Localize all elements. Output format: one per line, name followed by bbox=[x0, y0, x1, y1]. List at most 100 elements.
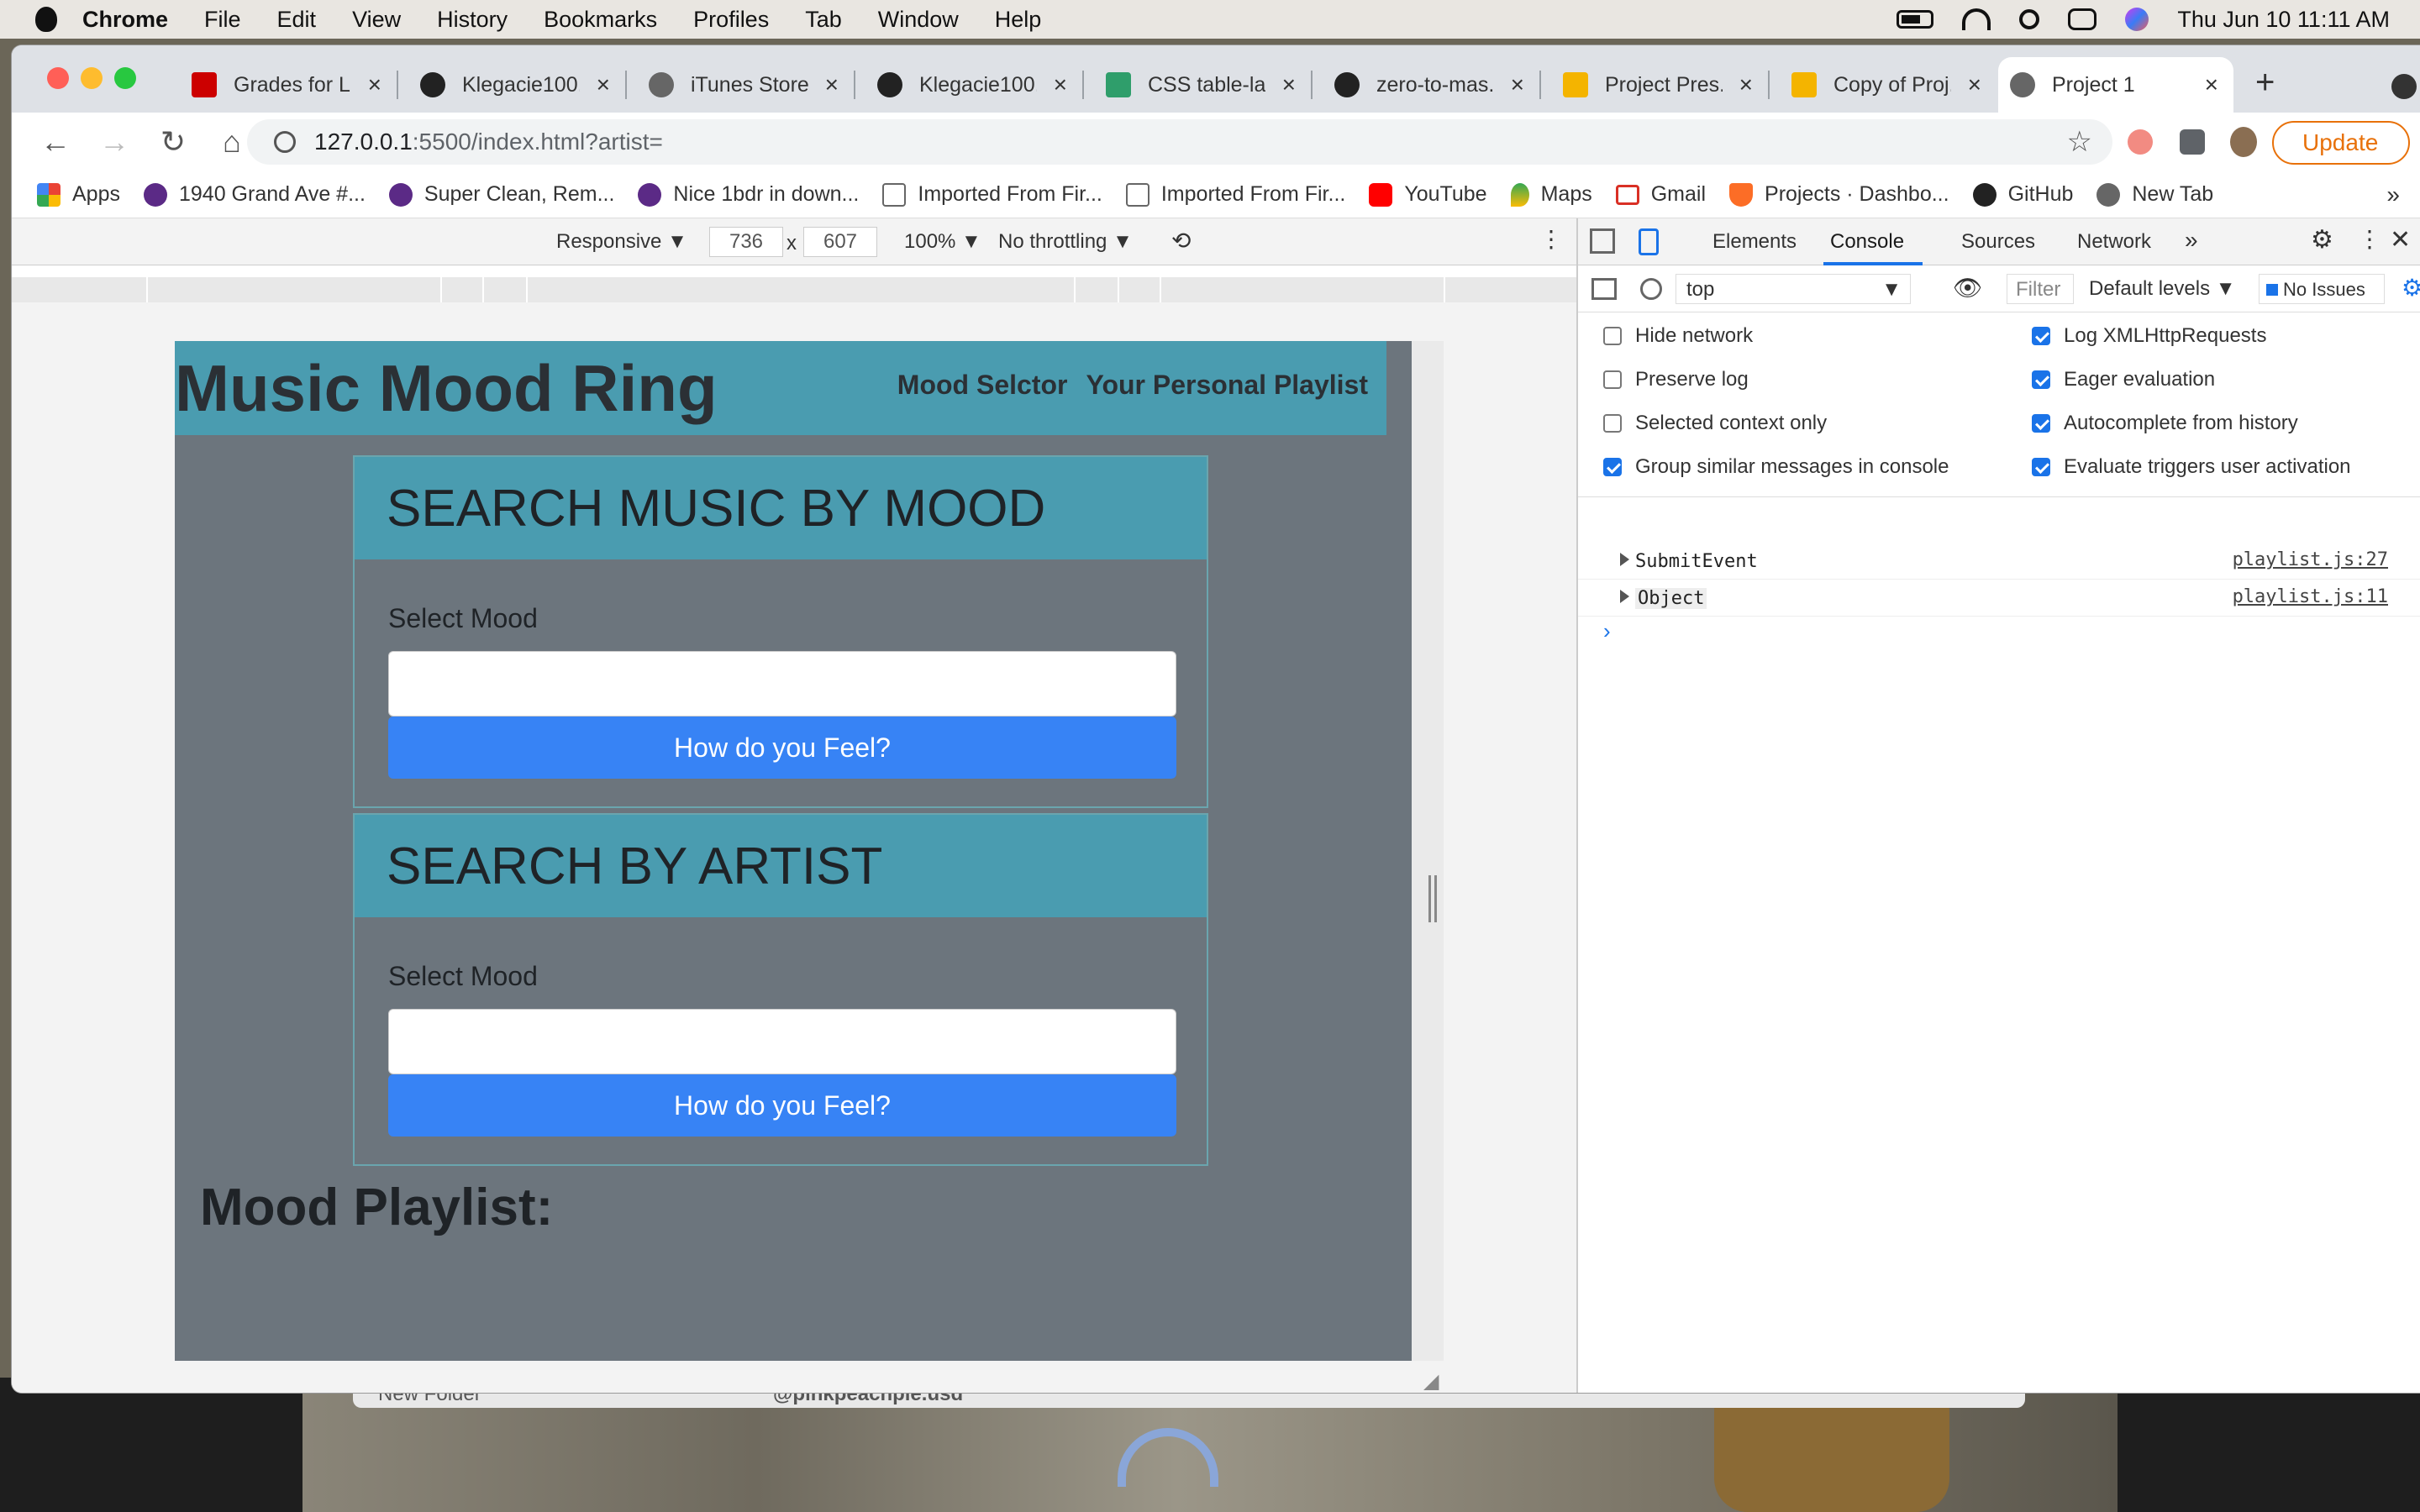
checkbox-box[interactable] bbox=[1603, 327, 1622, 345]
checkbox-box[interactable] bbox=[1603, 370, 1622, 389]
artist-submit-button[interactable]: How do you Feel? bbox=[388, 1074, 1176, 1137]
device-toggle-icon[interactable] bbox=[1639, 228, 1659, 255]
tab-project-1[interactable]: Project 1 × bbox=[1998, 57, 2233, 113]
more-tabs-icon[interactable]: » bbox=[2185, 227, 2198, 254]
nav-mood-selector[interactable]: Mood Selctor bbox=[897, 370, 1068, 401]
bookmark-folder-imported-2[interactable]: Imported From Fir... bbox=[1125, 182, 1345, 207]
devtools-close-icon[interactable]: ✕ bbox=[2390, 225, 2411, 255]
log-levels-select[interactable]: Default levels ▼ bbox=[2089, 277, 2236, 301]
bookmark-star-icon[interactable]: ☆ bbox=[2067, 125, 2092, 159]
tab-klegacie-1[interactable]: Klegacie100... × bbox=[408, 57, 625, 113]
selected-context-checkbox[interactable]: Selected context only bbox=[1603, 412, 1827, 435]
context-select[interactable]: top ▼ bbox=[1676, 274, 1911, 304]
preserve-log-checkbox[interactable]: Preserve log bbox=[1603, 368, 1749, 391]
back-icon[interactable]: ← bbox=[40, 124, 71, 160]
artist-input[interactable] bbox=[388, 1009, 1176, 1074]
tab-css-table[interactable]: CSS table-la... × bbox=[1094, 57, 1311, 113]
puzzle-extensions-icon[interactable] bbox=[2180, 129, 2205, 155]
viewport-resize-handle-right[interactable] bbox=[1428, 875, 1437, 922]
home-icon[interactable]: ⌂ bbox=[217, 124, 247, 160]
battery-icon[interactable] bbox=[1897, 10, 1934, 29]
more-bookmarks-icon[interactable]: » bbox=[2386, 181, 2400, 208]
bookmark-folder-imported-1[interactable]: Imported From Fir... bbox=[882, 182, 1102, 207]
tab-console[interactable]: Console bbox=[1830, 230, 1904, 254]
checkbox-box[interactable] bbox=[2032, 327, 2050, 345]
expand-triangle-icon[interactable] bbox=[1620, 590, 1629, 603]
checkbox-box[interactable] bbox=[2032, 458, 2050, 476]
console-filter-input[interactable]: Filter bbox=[2007, 274, 2074, 304]
tab-project-presentation[interactable]: Project Pres... × bbox=[1551, 57, 1768, 113]
tab-elements[interactable]: Elements bbox=[1712, 230, 1797, 254]
nav-personal-playlist[interactable]: Your Personal Playlist bbox=[1086, 370, 1368, 401]
ruler-segment[interactable] bbox=[148, 277, 442, 302]
bookmark-youtube[interactable]: YouTube bbox=[1369, 182, 1487, 207]
device-mode-select[interactable]: Responsive ▼ bbox=[556, 230, 687, 254]
tab-grades[interactable]: Grades for L... × bbox=[180, 57, 397, 113]
zoom-select[interactable]: 100% ▼ bbox=[904, 230, 981, 254]
checkbox-box[interactable] bbox=[2032, 370, 2050, 389]
console-log-entry[interactable]: SubmitEvent playlist.js:27 bbox=[1578, 543, 2420, 580]
control-center-icon[interactable] bbox=[2068, 8, 2097, 30]
evaluate-triggers-checkbox[interactable]: Evaluate triggers user activation bbox=[2032, 455, 2351, 479]
close-tab-icon[interactable]: × bbox=[1511, 71, 1524, 98]
bookmark-apps[interactable]: Apps bbox=[37, 182, 120, 207]
spotlight-search-icon[interactable] bbox=[2019, 9, 2040, 29]
siri-icon[interactable] bbox=[2125, 8, 2149, 31]
inspect-element-icon[interactable] bbox=[1590, 228, 1615, 254]
zoom-window-button[interactable] bbox=[114, 67, 136, 89]
new-tab-button[interactable]: + bbox=[2255, 64, 2275, 102]
close-tab-icon[interactable]: × bbox=[1739, 71, 1753, 98]
menu-tab[interactable]: Tab bbox=[805, 7, 842, 33]
checkbox-box[interactable] bbox=[1603, 414, 1622, 433]
wifi-icon[interactable] bbox=[1962, 8, 1991, 30]
checkbox-box[interactable] bbox=[2032, 414, 2050, 433]
ruler-segment[interactable] bbox=[1119, 277, 1161, 302]
media-query-ruler[interactable] bbox=[12, 277, 1576, 302]
menu-file[interactable]: File bbox=[204, 7, 241, 33]
menu-datetime[interactable]: Thu Jun 10 11:11 AM bbox=[2177, 7, 2390, 33]
ruler-segment[interactable] bbox=[484, 277, 528, 302]
reload-icon[interactable]: ↻ bbox=[158, 124, 188, 160]
menu-view[interactable]: View bbox=[352, 7, 401, 33]
close-tab-icon[interactable]: × bbox=[1054, 71, 1067, 98]
device-width-input[interactable]: 736 bbox=[709, 227, 783, 257]
bookmark-gitlab[interactable]: Projects · Dashbo... bbox=[1729, 182, 1949, 207]
console-sidebar-icon[interactable] bbox=[1591, 278, 1617, 300]
group-similar-checkbox[interactable]: Group similar messages in console bbox=[1603, 455, 1949, 479]
mood-input[interactable] bbox=[388, 651, 1176, 717]
more-options-icon[interactable]: ⋮ bbox=[1539, 225, 1563, 253]
rotate-icon[interactable]: ⟲ bbox=[1171, 227, 1191, 255]
console-settings-icon[interactable]: ⚙ bbox=[2402, 274, 2420, 302]
profile-avatar[interactable] bbox=[2230, 127, 2257, 157]
tab-zero-to-mastery[interactable]: zero-to-mas... × bbox=[1323, 57, 1539, 113]
minimize-window-button[interactable] bbox=[81, 67, 103, 89]
ruler-segment[interactable] bbox=[442, 277, 484, 302]
close-window-button[interactable] bbox=[47, 67, 69, 89]
menu-app-name[interactable]: Chrome bbox=[82, 7, 168, 33]
viewport-resize-corner-icon[interactable]: ◢ bbox=[1423, 1369, 1439, 1393]
close-tab-icon[interactable]: × bbox=[597, 71, 610, 98]
mood-submit-button[interactable]: How do you Feel? bbox=[388, 717, 1176, 779]
menu-help[interactable]: Help bbox=[995, 7, 1042, 33]
hide-network-checkbox[interactable]: Hide network bbox=[1603, 324, 1753, 348]
update-button[interactable]: Update bbox=[2272, 121, 2410, 165]
ruler-segment[interactable] bbox=[528, 277, 1076, 302]
address-bar[interactable]: 127.0.0.1:5500/index.html?artist= ☆ bbox=[247, 119, 2112, 165]
close-tab-icon[interactable]: × bbox=[1968, 71, 1981, 98]
site-info-icon[interactable] bbox=[274, 131, 296, 153]
log-xhr-checkbox[interactable]: Log XMLHttpRequests bbox=[2032, 324, 2266, 348]
log-source-link[interactable]: playlist.js:27 bbox=[2233, 549, 2388, 570]
live-expression-eye-icon[interactable]: 👁 bbox=[1953, 274, 1983, 302]
autocomplete-history-checkbox[interactable]: Autocomplete from history bbox=[2032, 412, 2298, 435]
bookmark-github[interactable]: GitHub bbox=[1972, 182, 2073, 207]
viewport-scrollbar[interactable] bbox=[1412, 341, 1444, 1361]
checkbox-box[interactable] bbox=[1603, 458, 1622, 476]
console-prompt[interactable]: › bbox=[1603, 618, 1611, 644]
close-tab-icon[interactable]: × bbox=[825, 71, 839, 98]
close-tab-icon[interactable]: × bbox=[1282, 71, 1296, 98]
ruler-segment[interactable] bbox=[1076, 277, 1119, 302]
apple-logo-icon[interactable] bbox=[35, 7, 57, 32]
bookmark-craigslist-3[interactable]: Nice 1bdr in down... bbox=[638, 182, 859, 207]
menu-profiles[interactable]: Profiles bbox=[693, 7, 769, 33]
expand-triangle-icon[interactable] bbox=[1620, 553, 1629, 566]
